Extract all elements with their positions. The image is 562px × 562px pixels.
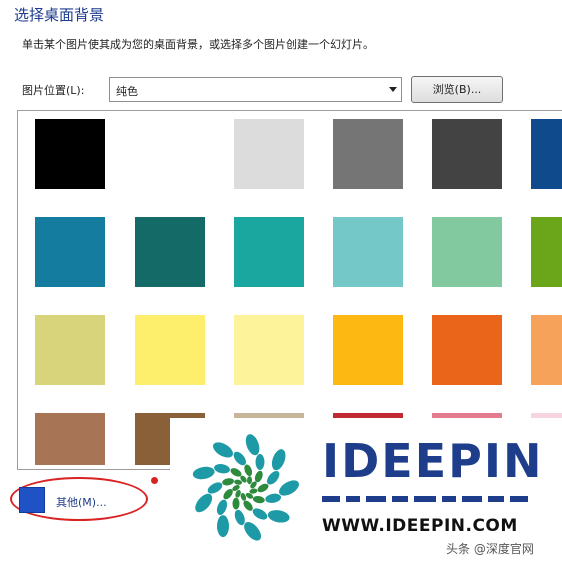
- color-swatch[interactable]: [35, 119, 105, 189]
- instruction-text: 单击某个图片使其成为您的桌面背景，或选择多个图片创建一个幻灯片。: [22, 38, 374, 51]
- color-swatch-panel: [17, 110, 562, 470]
- logo-dot: [207, 482, 223, 494]
- logo-dot: [195, 493, 213, 513]
- logo-dot: [217, 515, 229, 538]
- logo-dot: [222, 478, 235, 486]
- logo-dot: [249, 488, 258, 494]
- logo-dot: [240, 493, 247, 501]
- color-swatch[interactable]: [35, 217, 105, 287]
- picture-location-label: 图片位置(L):: [22, 84, 85, 97]
- annotation-mark: [151, 477, 158, 484]
- logo-dot: [257, 483, 269, 493]
- color-swatch[interactable]: [135, 315, 205, 385]
- other-color-link[interactable]: 其他(M)...: [56, 494, 107, 510]
- logo-dot: [234, 509, 245, 526]
- page-title: 选择桌面背景: [14, 6, 105, 24]
- color-swatch[interactable]: [35, 315, 105, 385]
- logo-dot: [271, 449, 286, 471]
- watermark-name: IDEEPIN: [322, 434, 544, 488]
- logo-dot: [245, 434, 260, 456]
- color-swatch[interactable]: [234, 119, 304, 189]
- logo-dot: [244, 464, 253, 477]
- color-swatch[interactable]: [135, 119, 205, 189]
- logo-dot: [213, 442, 233, 458]
- logo-dot: [254, 470, 263, 483]
- logo-dot: [267, 510, 290, 523]
- logo-dot: [216, 499, 228, 515]
- color-swatch[interactable]: [333, 119, 403, 189]
- picture-location-value: 纯色: [116, 85, 138, 98]
- color-swatch[interactable]: [531, 217, 562, 287]
- logo-dot: [192, 466, 215, 480]
- logo-dot: [214, 464, 230, 474]
- color-swatch[interactable]: [531, 315, 562, 385]
- logo-dot: [246, 476, 253, 485]
- logo-dot: [265, 493, 282, 503]
- color-swatch[interactable]: [432, 217, 502, 287]
- chevron-down-icon: [389, 87, 397, 92]
- color-swatch[interactable]: [35, 413, 105, 465]
- logo-dot: [252, 495, 265, 504]
- color-swatch[interactable]: [333, 315, 403, 385]
- watermark-stripe: [322, 496, 528, 502]
- logo-dot: [233, 451, 246, 466]
- color-swatch[interactable]: [432, 119, 502, 189]
- browse-button[interactable]: 浏览(B)...: [411, 76, 503, 103]
- watermark-credit: 头条 @深度官网: [446, 542, 534, 556]
- logo-icon: [192, 434, 299, 541]
- watermark-panel: IDEEPIN WWW.IDEEPIN.COM 头条 @深度官网: [170, 418, 562, 562]
- color-swatch[interactable]: [531, 119, 562, 189]
- logo-dot: [232, 497, 240, 510]
- picture-location-select[interactable]: 纯色: [109, 77, 402, 102]
- logo-dot: [252, 508, 268, 520]
- logo-dot: [243, 500, 253, 511]
- color-swatch[interactable]: [234, 315, 304, 385]
- color-swatch[interactable]: [333, 217, 403, 287]
- watermark-url: WWW.IDEEPIN.COM: [322, 516, 518, 536]
- other-color-swatch[interactable]: [19, 487, 45, 513]
- logo-dot: [255, 454, 265, 470]
- color-swatch[interactable]: [135, 217, 205, 287]
- color-swatch[interactable]: [234, 217, 304, 287]
- color-swatch[interactable]: [432, 315, 502, 385]
